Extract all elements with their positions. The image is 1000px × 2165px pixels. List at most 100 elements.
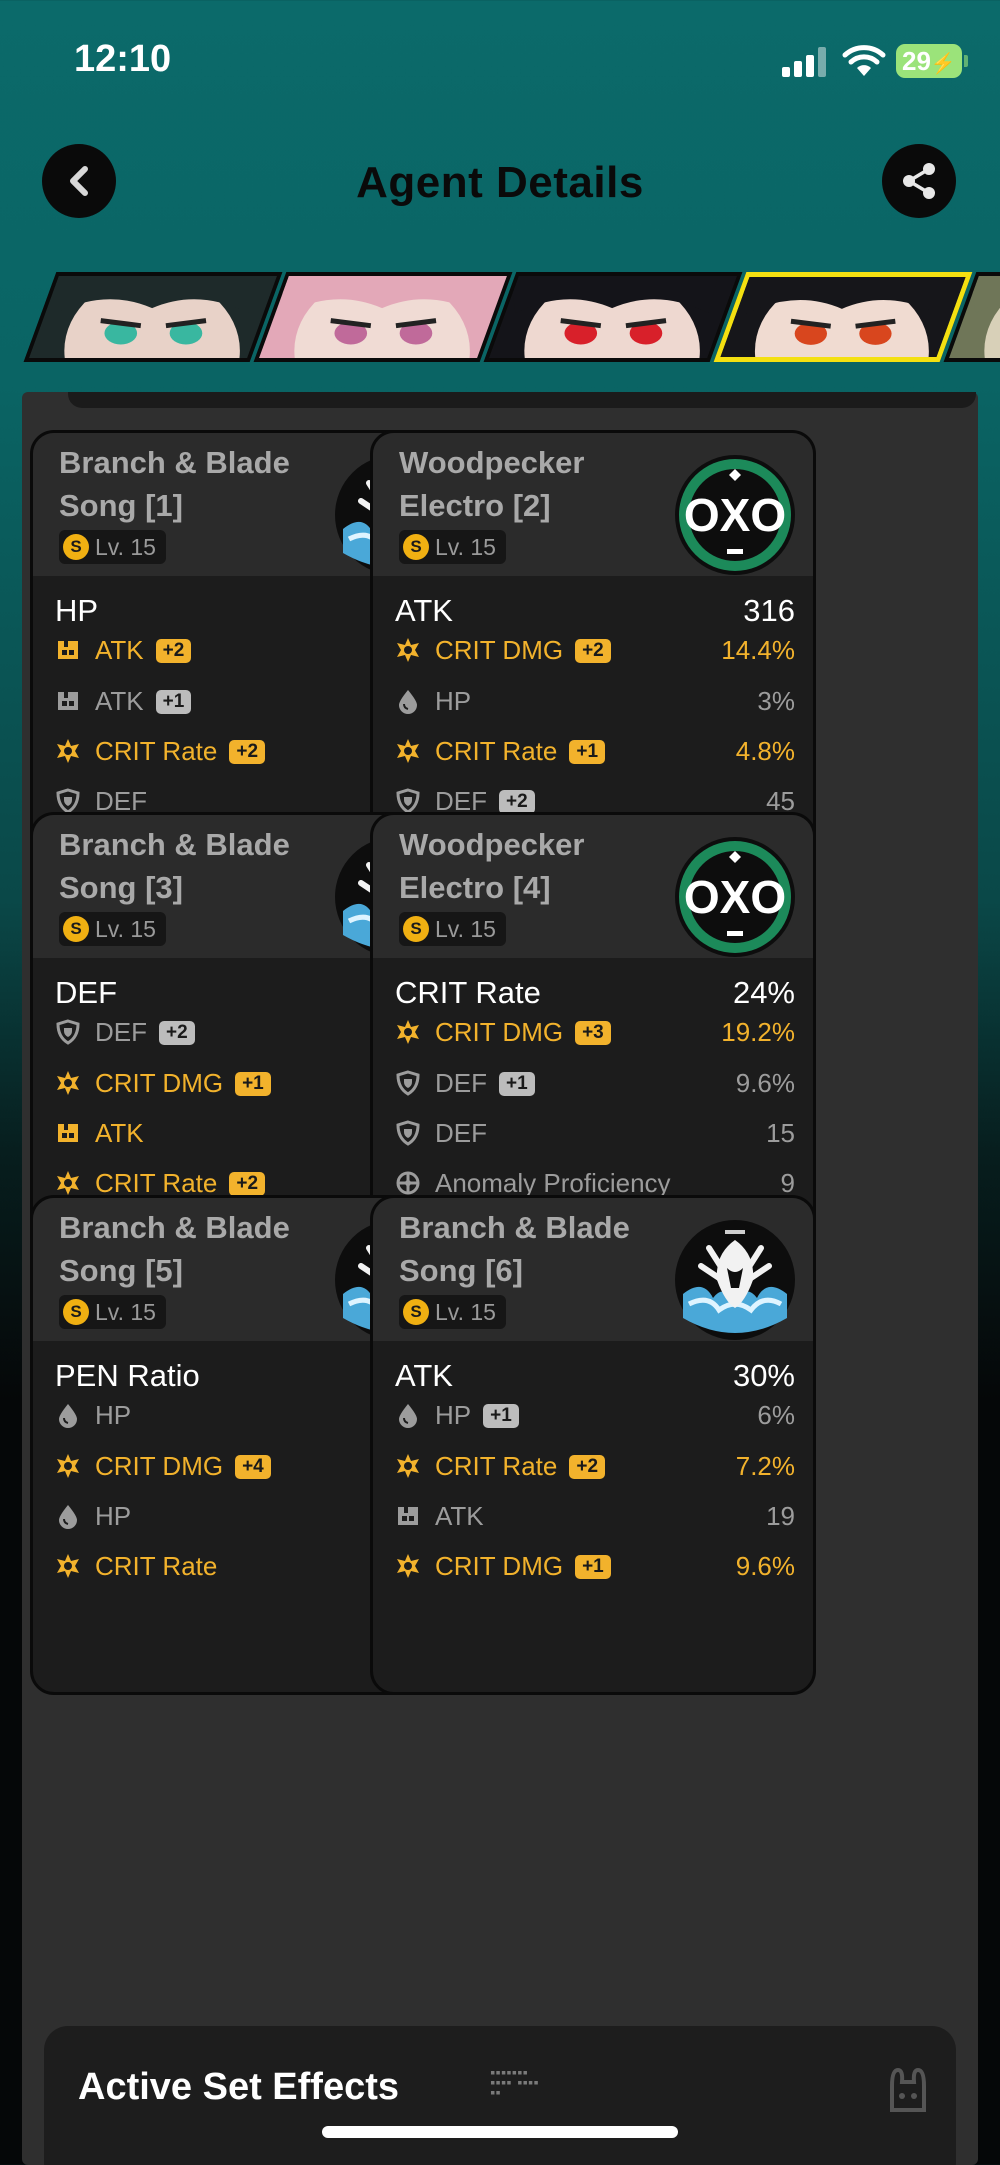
sub-stat: CRIT DMG +3 19.2% xyxy=(395,1011,795,1051)
disc-name: Branch & Blade Song [5] xyxy=(59,1210,290,1288)
disc-name: Branch & Blade Song [1] xyxy=(59,445,290,523)
shield-icon xyxy=(56,788,80,814)
sub-stat: HP +1 6% xyxy=(395,1394,795,1434)
sub-stat-value: 14.4% xyxy=(721,635,795,665)
agent-tab-2[interactable] xyxy=(253,272,513,362)
sub-stat-label: CRIT Rate +1 xyxy=(435,736,606,767)
home-indicator[interactable] xyxy=(322,2126,678,2138)
level-text: Lv. 15 xyxy=(95,1298,156,1325)
level-text: Lv. 15 xyxy=(435,533,496,560)
sub-stat: HP 3% xyxy=(395,680,795,720)
agent-portrait xyxy=(713,272,973,362)
upgrade-badge: +1 xyxy=(499,1072,535,1096)
upgrade-badge: +2 xyxy=(499,790,535,814)
upgrade-badge: +2 xyxy=(229,1172,266,1196)
sub-stat-value: 9.6% xyxy=(735,1068,795,1098)
main-stat-value: 30% xyxy=(732,1358,795,1393)
woodpecker-electro-disc-icon: OXO xyxy=(673,453,797,577)
page-title: Agent Details xyxy=(356,158,644,207)
sub-stat-label: CRIT Rate +2 xyxy=(95,736,266,767)
main-stat-name: ATK xyxy=(395,1358,453,1393)
sub-stat-value: 3% xyxy=(757,686,795,716)
main-stat-value: 316 xyxy=(743,593,795,628)
level-badge: S Lv. 15 xyxy=(59,1295,166,1329)
sub-stat-label: ATK +2 xyxy=(95,635,192,666)
main-stat-name: PEN Ratio xyxy=(55,1358,200,1393)
sub-stat-label: DEF +2 xyxy=(95,1017,195,1048)
decorative-logo-icon: ▪▪▪▪▪▪▪ ▪▪▪▪ ▪▪▪▪ ▪▪ xyxy=(490,2068,539,2098)
sub-stat-label: HP +1 xyxy=(435,1400,519,1431)
battery-charging-icon: 29⚡ xyxy=(896,44,968,78)
sub-stat-label: CRIT DMG +1 xyxy=(435,1551,611,1582)
upgrade-badge: +2 xyxy=(159,1021,195,1045)
atk-icon xyxy=(58,1124,78,1142)
sub-stat-label: DEF +1 xyxy=(435,1068,535,1099)
sub-stat-name: CRIT Rate xyxy=(95,1168,218,1198)
crit-icon xyxy=(57,1071,79,1095)
sub-stat-name: DEF xyxy=(435,1068,487,1098)
sub-stat-name: HP xyxy=(95,1501,132,1531)
level-text: Lv. 15 xyxy=(435,915,496,942)
upgrade-badge: +1 xyxy=(235,1072,271,1096)
svg-text:OXO: OXO xyxy=(684,489,786,541)
sub-stat-value: 9.6% xyxy=(735,1551,795,1581)
sub-stat-label: CRIT DMG +4 xyxy=(95,1451,271,1482)
main-stat-name: ATK xyxy=(395,593,453,628)
sub-stat-name: CRIT Rate xyxy=(95,1551,218,1581)
bunny-icon xyxy=(890,2067,926,2112)
drive-disc-card[interactable]: Branch & Blade Song [6] S Lv. 15 ATK 30% HP +1… xyxy=(370,1195,816,1695)
set-effects-title: Active Set Effects xyxy=(78,2066,400,2108)
shield-icon xyxy=(396,788,420,814)
status-bar: 12:10 29⚡ xyxy=(0,0,1000,120)
upgrade-badge: +1 xyxy=(483,1404,519,1428)
rank-s-icon: S xyxy=(63,916,89,942)
atk-icon xyxy=(398,1507,418,1525)
upgrade-badge: +1 xyxy=(155,690,192,714)
sub-stat-label: ATK xyxy=(95,1118,144,1149)
sub-stat-label: HP xyxy=(95,1501,131,1532)
active-set-effects-panel[interactable]: Active Set Effects ▪▪▪▪▪▪▪ ▪▪▪▪ ▪▪▪▪ ▪▪ xyxy=(44,2026,956,2165)
status-time: 12:10 xyxy=(74,38,172,80)
rank-s-icon: S xyxy=(403,1299,429,1325)
rank-s-icon: S xyxy=(63,534,89,560)
main-stat-name: DEF xyxy=(55,975,117,1010)
sub-stat: DEF +1 9.6% xyxy=(395,1062,795,1102)
disc-name: Woodpecker Electro [4] xyxy=(399,827,585,905)
level-badge: S Lv. 15 xyxy=(399,1295,506,1329)
hp-drop-icon xyxy=(59,1505,77,1529)
sub-stat: CRIT DMG +2 14.4% xyxy=(395,629,795,669)
sub-stat-label: DEF xyxy=(435,1118,487,1149)
sub-stat: DEF 15 xyxy=(395,1112,795,1152)
shield-icon xyxy=(396,1070,420,1096)
level-badge: S Lv. 15 xyxy=(59,912,166,946)
sub-stat-label: HP xyxy=(435,686,471,717)
atk-icon xyxy=(58,641,78,659)
sub-stat-name: CRIT Rate xyxy=(435,1451,558,1481)
crit-icon xyxy=(397,739,419,763)
disc-name: Branch & Blade Song [6] xyxy=(399,1210,630,1288)
sub-stat-name: ATK xyxy=(95,1118,144,1148)
shield-icon xyxy=(56,1019,80,1045)
sub-stat-name: HP xyxy=(95,1400,132,1430)
agent-tab-3[interactable] xyxy=(483,272,743,362)
level-text: Lv. 15 xyxy=(95,533,156,560)
cellular-signal-icon xyxy=(782,47,828,77)
agent-tab-4[interactable] xyxy=(713,272,973,362)
share-button[interactable] xyxy=(882,144,956,218)
disc-name: Woodpecker Electro [2] xyxy=(399,445,585,523)
sub-stat-label: ATK +1 xyxy=(95,686,192,717)
sub-stat-name: CRIT DMG xyxy=(95,1451,224,1481)
sub-stat-name: CRIT Rate xyxy=(435,736,558,766)
main-stat-name: CRIT Rate xyxy=(395,975,541,1010)
sub-stat-label: CRIT Rate xyxy=(95,1551,217,1582)
agent-tab-1[interactable] xyxy=(23,272,283,362)
sub-stat-name: HP xyxy=(435,686,472,716)
sub-stat: CRIT Rate +2 7.2% xyxy=(395,1445,795,1485)
sub-stat-label: HP xyxy=(95,1400,131,1431)
woodpecker-electro-disc-icon: OXO xyxy=(673,835,797,959)
sub-stat-name: Anomaly Proficiency xyxy=(435,1168,671,1198)
hp-drop-icon xyxy=(399,690,417,714)
sub-stat-label: CRIT Rate +2 xyxy=(435,1451,606,1482)
agent-portrait xyxy=(253,272,513,362)
disc-name: Branch & Blade Song [3] xyxy=(59,827,290,905)
